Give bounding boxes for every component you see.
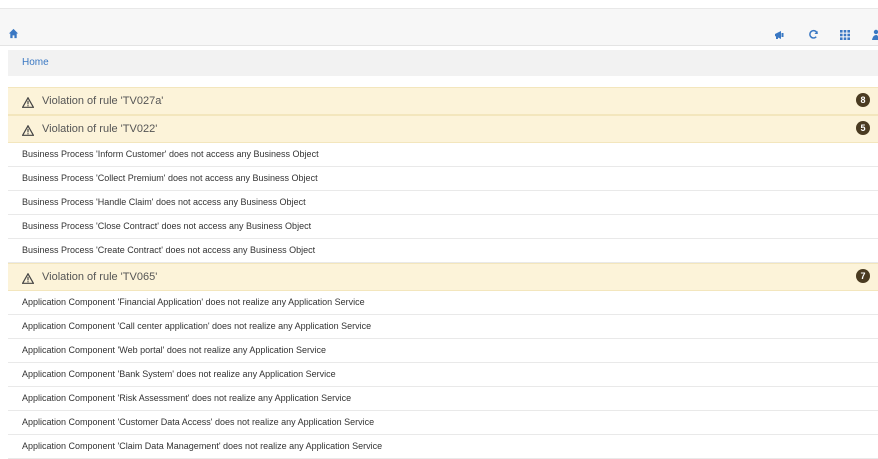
refresh-icon[interactable] bbox=[808, 27, 819, 45]
user-icon[interactable] bbox=[872, 27, 878, 45]
violation-item-text: Application Component 'Claim Data Manage… bbox=[22, 441, 383, 451]
warning-icon bbox=[21, 95, 35, 113]
violation-item[interactable]: Business Process 'Handle Claim' does not… bbox=[8, 191, 878, 215]
breadcrumb: Home bbox=[8, 50, 878, 76]
count-badge: 7 bbox=[856, 269, 870, 283]
violation-item[interactable]: Business Process 'Inform Customer' does … bbox=[8, 143, 878, 167]
violation-item-text: Application Component 'Risk Assessment' … bbox=[22, 393, 352, 403]
violation-item-text: Application Component 'Bank System' does… bbox=[22, 369, 336, 379]
violation-item[interactable]: Application Component 'Web portal' does … bbox=[8, 339, 878, 363]
rule-group-header[interactable]: Violation of rule 'TV027a' 8 bbox=[8, 87, 878, 115]
rule-group-title: Violation of rule 'TV027a' bbox=[42, 95, 164, 107]
violation-item[interactable]: Application Component 'Claim Data Manage… bbox=[8, 435, 878, 459]
megaphone-icon[interactable] bbox=[774, 27, 786, 45]
grid-icon[interactable] bbox=[840, 27, 850, 45]
rule-group-header[interactable]: Violation of rule 'TV065' 7 bbox=[8, 263, 878, 291]
violation-item[interactable]: Application Component 'Risk Assessment' … bbox=[8, 387, 878, 411]
violation-list: Violation of rule 'TV027a' 8 Violation of … bbox=[8, 87, 878, 459]
violation-item[interactable]: Application Component 'Bank System' does… bbox=[8, 363, 878, 387]
violation-item-text: Application Component 'Web portal' does … bbox=[22, 345, 326, 355]
rule-group-header[interactable]: Violation of rule 'TV022' 5 bbox=[8, 115, 878, 143]
home-icon[interactable] bbox=[8, 26, 19, 44]
violation-item[interactable]: Application Component 'Financial Applica… bbox=[8, 291, 878, 315]
violation-item[interactable]: Application Component 'Call center appli… bbox=[8, 315, 878, 339]
violation-item-text: Application Component 'Call center appli… bbox=[22, 321, 372, 331]
violation-item-text: Application Component 'Customer Data Acc… bbox=[22, 417, 375, 427]
breadcrumb-home-link[interactable]: Home bbox=[22, 57, 49, 68]
count-badge: 5 bbox=[856, 121, 870, 135]
violation-item-text: Business Process 'Create Contract' does … bbox=[22, 245, 316, 255]
violation-item[interactable]: Business Process 'Create Contract' does … bbox=[8, 239, 878, 263]
count-badge: 8 bbox=[856, 93, 870, 107]
rule-group-title: Violation of rule 'TV065' bbox=[42, 271, 158, 283]
warning-icon bbox=[21, 271, 35, 289]
violation-item-text: Application Component 'Financial Applica… bbox=[22, 297, 365, 307]
warning-icon bbox=[21, 123, 35, 141]
violation-item[interactable]: Application Component 'Customer Data Acc… bbox=[8, 411, 878, 435]
violation-item-text: Business Process 'Collect Premium' does … bbox=[22, 173, 318, 183]
violation-item[interactable]: Business Process 'Close Contract' does n… bbox=[8, 215, 878, 239]
top-toolbar bbox=[0, 8, 878, 46]
violation-item-text: Business Process 'Inform Customer' does … bbox=[22, 149, 319, 159]
violation-item-text: Business Process 'Close Contract' does n… bbox=[22, 221, 312, 231]
violation-item-text: Business Process 'Handle Claim' does not… bbox=[22, 197, 306, 207]
rule-group-title: Violation of rule 'TV022' bbox=[42, 123, 158, 135]
violation-item[interactable]: Business Process 'Collect Premium' does … bbox=[8, 167, 878, 191]
